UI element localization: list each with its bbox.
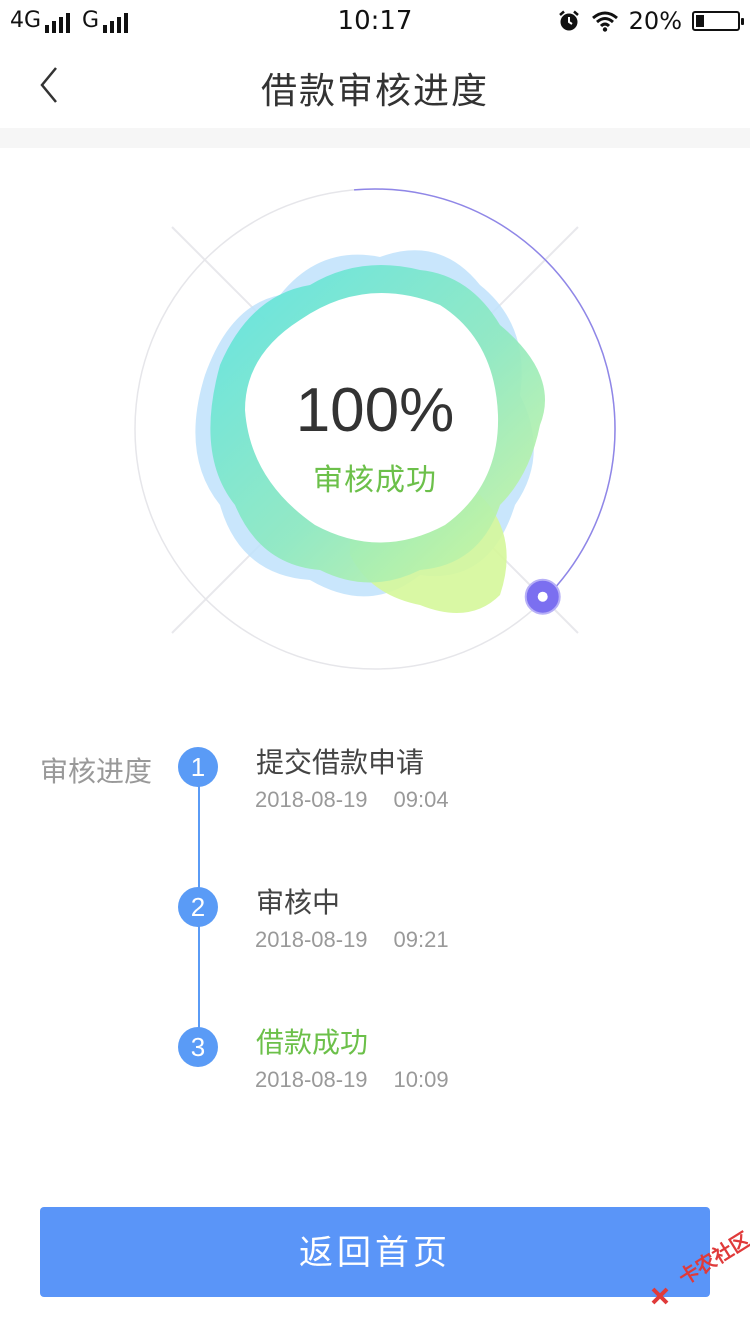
progress-label: 审核进度 (40, 755, 153, 788)
step-title: 提交借款申请 (256, 746, 425, 779)
step-title: 审核中 (256, 886, 341, 919)
step-date: 2018-08-19 (255, 787, 368, 812)
step-title: 借款成功 (256, 1026, 369, 1059)
page-title: 借款审核进度 (260, 71, 489, 112)
step-number: 2 (178, 887, 218, 927)
wifi-icon (591, 11, 618, 32)
step-clock: 09:04 (393, 787, 449, 812)
watermark-mark-icon (651, 1287, 669, 1305)
progress-gauge: 100% 审核成功 (120, 175, 630, 685)
step-number: 3 (178, 1027, 218, 1067)
gauge-status: 审核成功 (313, 463, 437, 498)
alarm-icon (558, 10, 579, 31)
status-right: 20% (557, 7, 744, 35)
step-clock: 09:21 (393, 927, 449, 952)
step-date: 2018-08-19 (255, 1067, 368, 1092)
step-date: 2018-08-19 (255, 927, 368, 952)
gauge-percent: 100% (295, 376, 455, 445)
watermark-logo: 卡农社区 (646, 1227, 750, 1318)
step-number: 1 (178, 747, 218, 787)
return-home-button[interactable]: 返回首页 (40, 1207, 710, 1297)
step-clock: 10:09 (393, 1067, 449, 1092)
battery-percent: 20% (628, 7, 682, 35)
status-bar: 4G G 10:17 20% (0, 0, 750, 42)
step-timestamp: 2018-08-19 09:21 (255, 927, 449, 953)
step-timestamp: 2018-08-19 10:09 (255, 1067, 449, 1093)
progress-indicator-center (537, 591, 548, 602)
nav-bar: 借款审核进度 (0, 42, 750, 128)
step-timestamp: 2018-08-19 09:04 (255, 787, 449, 813)
battery-icon (692, 11, 744, 31)
nav-divider (0, 128, 750, 148)
